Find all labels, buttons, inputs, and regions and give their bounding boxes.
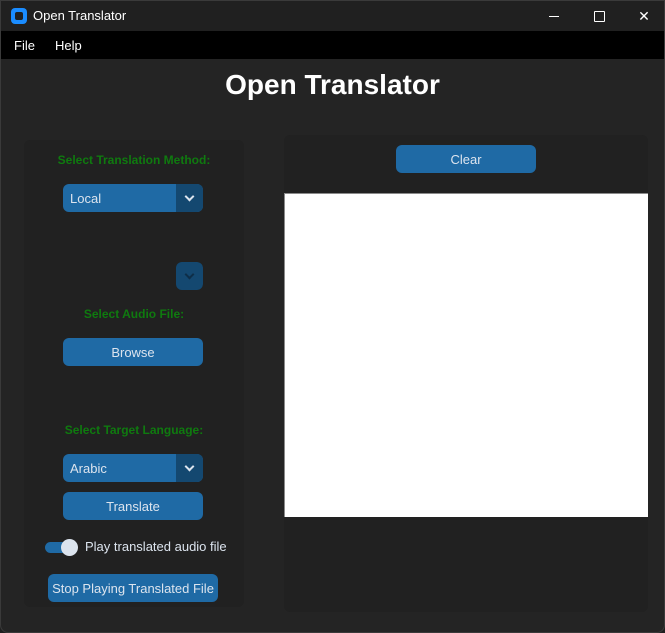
maximize-icon xyxy=(593,10,605,22)
chevron-down-icon xyxy=(184,269,195,280)
menu-file[interactable]: File xyxy=(14,38,41,53)
translate-button[interactable]: Translate xyxy=(63,492,203,520)
app-window: Open Translator ✕ File Help Open Transla… xyxy=(0,0,665,633)
secondary-dropdown[interactable] xyxy=(63,262,203,290)
controls-panel: Select Translation Method: Local Select … xyxy=(24,140,244,607)
play-audio-toggle-label[interactable]: Play translated audio file xyxy=(85,539,227,554)
output-panel: Clear xyxy=(284,135,648,612)
dropdown-arrow-button[interactable] xyxy=(176,454,203,482)
target-language-label: Select Target Language: xyxy=(64,423,204,437)
title-bar: Open Translator ✕ xyxy=(1,1,664,31)
app-icon xyxy=(11,8,27,24)
dropdown-arrow-button[interactable] xyxy=(176,262,203,290)
menu-help[interactable]: Help xyxy=(55,38,88,53)
maximize-button[interactable] xyxy=(576,1,622,31)
menu-bar: File Help xyxy=(1,31,664,59)
minimize-button[interactable] xyxy=(531,1,577,31)
translation-method-value: Local xyxy=(70,191,102,206)
clear-button[interactable]: Clear xyxy=(396,145,536,173)
stop-playing-button[interactable]: Stop Playing Translated File xyxy=(48,574,218,602)
chevron-down-icon xyxy=(184,191,195,202)
translation-output-textbox[interactable] xyxy=(284,193,648,517)
target-language-dropdown[interactable]: Arabic xyxy=(63,454,203,482)
page-title: Open Translator xyxy=(225,69,440,100)
close-button[interactable]: ✕ xyxy=(621,1,664,31)
translation-method-label: Select Translation Method: xyxy=(57,153,211,167)
close-icon: ✕ xyxy=(638,7,650,24)
audio-file-label: Select Audio File: xyxy=(83,307,185,321)
toggle-knob xyxy=(61,539,78,556)
browse-button[interactable]: Browse xyxy=(63,338,203,366)
play-audio-toggle[interactable] xyxy=(45,539,79,556)
minimize-icon xyxy=(549,15,559,17)
target-language-value: Arabic xyxy=(70,461,107,476)
dropdown-arrow-button[interactable] xyxy=(176,184,203,212)
translation-method-dropdown[interactable]: Local xyxy=(63,184,203,212)
chevron-down-icon xyxy=(184,461,195,472)
window-title: Open Translator xyxy=(33,8,127,23)
